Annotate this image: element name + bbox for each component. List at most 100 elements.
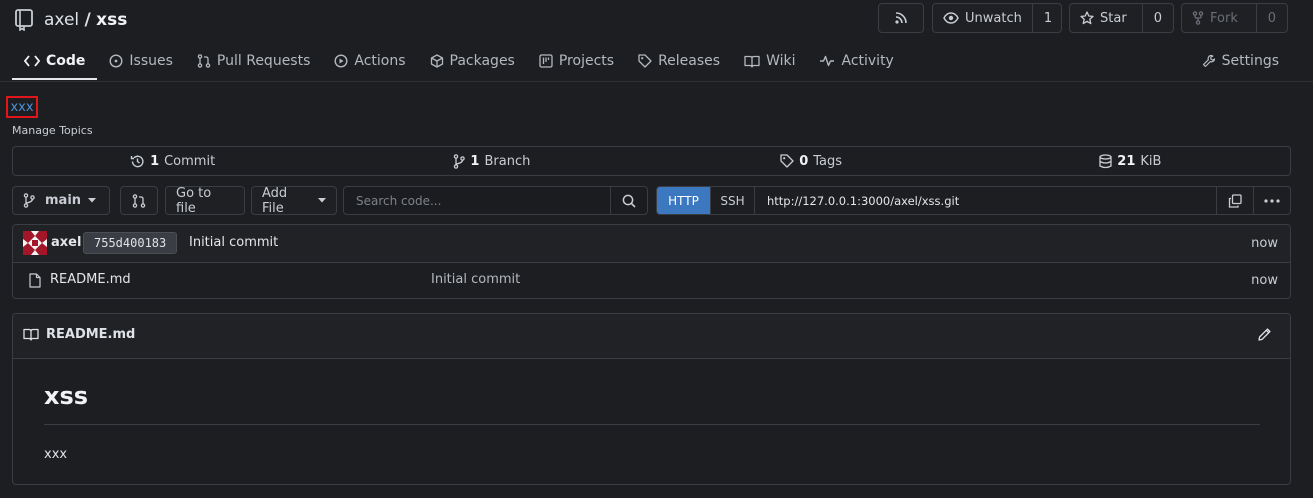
topic-link[interactable]: xxx [6, 96, 38, 118]
tab-packages[interactable]: Packages [418, 44, 527, 78]
repo-owner-link[interactable]: axel [44, 10, 79, 30]
watch-button-group: Unwatch 1 [932, 3, 1062, 33]
code-icon [24, 55, 40, 67]
tab-projects[interactable]: Projects [527, 44, 626, 78]
tab-settings[interactable]: Settings [1202, 44, 1279, 78]
tags-count: 0 [799, 153, 809, 169]
fork-count[interactable]: 0 [1255, 4, 1287, 32]
compare-button[interactable] [120, 186, 158, 215]
star-label: Star [1100, 10, 1127, 26]
repo-page: axel / xss Unwatch 1 Star 0 Fork 0 Code … [0, 0, 1313, 498]
fork-label: Fork [1210, 10, 1238, 26]
caret-down-icon [88, 198, 97, 203]
commits-stat[interactable]: 1 Commit [13, 147, 332, 175]
pull-request-icon [197, 54, 211, 68]
clone-url[interactable]: http://127.0.0.1:3000/axel/xss.git [755, 187, 1216, 214]
repo-header: axel / xss [14, 6, 127, 34]
star-icon [1080, 11, 1094, 25]
size-count: 21 [1117, 153, 1136, 169]
commit-message[interactable]: Initial commit [189, 235, 278, 250]
size-label: KiB [1140, 153, 1162, 169]
fork-button[interactable]: Fork [1182, 4, 1256, 32]
tab-label: Code [46, 53, 86, 69]
settings-label: Settings [1221, 53, 1279, 69]
commits-label: Commit [164, 153, 216, 169]
branch-name: main [45, 193, 82, 208]
tab-label: Actions [354, 53, 406, 69]
tag-icon [780, 154, 794, 168]
tab-releases[interactable]: Releases [626, 44, 732, 78]
tab-label: Pull Requests [216, 53, 311, 69]
copy-button[interactable] [1216, 187, 1253, 214]
tab-label: Activity [841, 53, 894, 69]
file-time: now [1251, 273, 1278, 288]
file-commit-message[interactable]: Initial commit [431, 272, 520, 287]
branches-count: 1 [470, 153, 480, 169]
branches-stat[interactable]: 1 Branch [332, 147, 651, 175]
tool-icon [1202, 54, 1216, 68]
caret-down-icon [318, 198, 326, 203]
fork-button-group: Fork 0 [1181, 3, 1288, 33]
readme-panel: README.md xss xxx [12, 313, 1291, 485]
repo-name-link[interactable]: xss [96, 10, 127, 30]
star-button[interactable]: Star [1070, 4, 1142, 32]
tab-label: Packages [449, 53, 515, 69]
commit-time: now [1251, 236, 1278, 251]
go-to-file-button[interactable]: Go to file [165, 186, 245, 216]
tab-actions[interactable]: Actions [322, 44, 417, 78]
issue-icon [109, 54, 123, 68]
star-count[interactable]: 0 [1141, 4, 1173, 32]
tab-label: Wiki [766, 53, 796, 69]
readme-header: README.md [13, 314, 1290, 359]
avatar[interactable] [23, 231, 47, 255]
tags-stat[interactable]: 0 Tags [652, 147, 971, 175]
commit-author[interactable]: axel [51, 235, 81, 250]
manage-topics-link[interactable]: Manage Topics [12, 124, 93, 137]
copy-icon [1228, 193, 1242, 208]
branch-selector[interactable]: main [12, 186, 110, 215]
ssh-tab[interactable]: SSH [710, 187, 755, 214]
tab-label: Issues [129, 53, 173, 69]
book-icon [744, 55, 760, 68]
play-icon [334, 54, 348, 68]
more-button[interactable] [1253, 187, 1290, 214]
file-name[interactable]: README.md [50, 272, 131, 287]
branch-icon [453, 153, 466, 169]
project-icon [539, 54, 553, 68]
eye-icon [943, 12, 959, 24]
tab-activity[interactable]: Activity [807, 44, 905, 78]
history-icon [130, 154, 145, 169]
unwatch-button[interactable]: Unwatch [933, 4, 1032, 32]
tag-icon [638, 54, 652, 68]
rss-icon [894, 11, 908, 25]
repo-separator: / [84, 10, 91, 30]
tab-issues[interactable]: Issues [97, 44, 185, 78]
repo-stats-bar: 1 Commit 1 Branch 0 Tags 21 KiB [12, 146, 1291, 176]
tab-label: Releases [658, 53, 721, 69]
http-tab[interactable]: HTTP [657, 187, 710, 214]
add-file-dropdown[interactable]: Add File [251, 185, 337, 216]
commits-count: 1 [150, 153, 160, 169]
size-stat: 21 KiB [971, 147, 1290, 175]
list-item: README.md Initial commit now [13, 263, 1290, 299]
code-search [343, 186, 648, 215]
star-button-group: Star 0 [1069, 3, 1174, 33]
book-icon [23, 328, 39, 341]
tab-wiki[interactable]: Wiki [732, 44, 807, 78]
search-button[interactable] [610, 187, 647, 214]
clone-panel: HTTP SSH http://127.0.0.1:3000/axel/xss.… [656, 186, 1291, 215]
commit-sha[interactable]: 755d400183 [83, 232, 178, 254]
database-icon [1099, 153, 1112, 169]
readme-body: xxx [44, 447, 68, 462]
search-input[interactable] [344, 187, 610, 214]
add-file-label: Add File [262, 185, 288, 216]
tab-code[interactable]: Code [12, 44, 98, 80]
edit-readme-button[interactable] [1257, 327, 1272, 342]
tab-pull-requests[interactable]: Pull Requests [185, 44, 322, 78]
branch-icon [23, 193, 35, 208]
rss-button[interactable] [878, 3, 924, 33]
readme-divider [44, 424, 1260, 425]
tab-label: Projects [558, 53, 615, 69]
watch-count[interactable]: 1 [1031, 4, 1063, 32]
readme-filename: README.md [46, 327, 136, 342]
